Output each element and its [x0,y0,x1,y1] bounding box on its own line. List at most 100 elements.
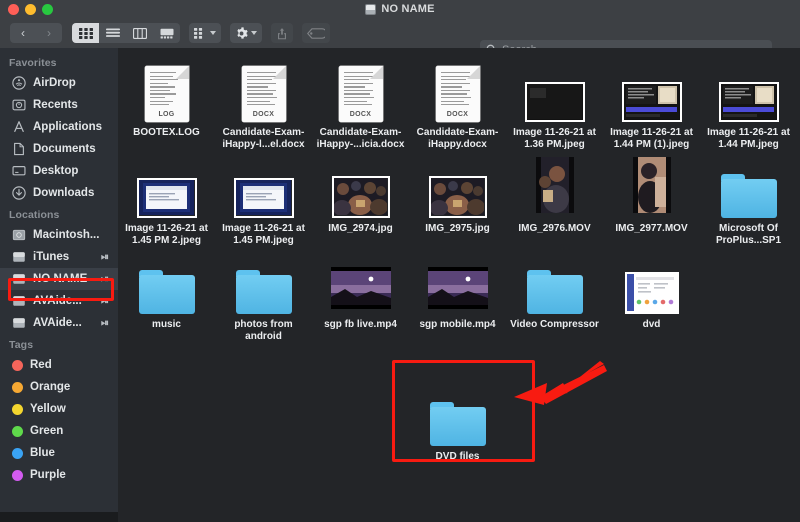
file-thumbnail [136,158,197,218]
photo-thumbnail [428,176,487,218]
sidebar-section-tags: Tags [9,339,34,351]
file-item-video-compressor-folder[interactable]: Video Compressor [506,246,603,342]
sidebar-item-downloads[interactable]: Downloads [0,182,118,204]
eject-icon[interactable]: ⏯ [101,318,109,329]
video-thumbnail [330,267,391,314]
tag-icon [307,27,325,39]
sidebar-tag-blue[interactable]: Blue [0,442,118,464]
sidebar-tag-purple[interactable]: Purple [0,464,118,486]
file-item-sgp-mobile-mp4[interactable]: sgp mobile.mp4 [409,246,506,342]
file-item-image-145pm[interactable]: Image 11-26-21 at 1.45 PM.jpeg [215,150,312,246]
grid-icon [78,27,93,39]
file-item-image-144pm[interactable]: Image 11-26-21 at 1.44 PM.jpeg [700,54,797,150]
chevron-down-icon [210,31,216,35]
document-icon: LOG [144,66,189,122]
sidebar-item-airdrop[interactable]: AirDrop [0,72,118,94]
file-extension-badge: DOCX [446,111,469,118]
file-thumbnail [624,254,679,314]
sidebar-tag-yellow[interactable]: Yellow [0,398,118,420]
gallery-view-button[interactable] [153,23,180,43]
file-thumbnail [632,157,671,218]
document-icon: DOCX [338,66,383,122]
file-thumbnail [526,254,583,314]
file-item-sgp-fb-live-mp4[interactable]: sgp fb live.mp4 [312,246,409,342]
sidebar-item-documents[interactable]: Documents [0,138,118,160]
sidebar-item-avaide-2[interactable]: AVAide... ⏯ [0,312,118,334]
image-thumbnail [524,82,585,122]
sidebar-item-label: iTunes [33,251,70,263]
file-item-candidate-exam-2[interactable]: DOCX Candidate-Exam-iHappy-...icia.docx [312,54,409,150]
column-view-button[interactable] [126,23,153,43]
image-thumbnail [136,178,197,218]
file-thumbnail [535,157,574,218]
eject-icon[interactable]: ⏯ [101,296,109,307]
window-title: NO NAME [381,3,435,15]
folder-icon [526,270,583,314]
file-item-photos-from-android-folder[interactable]: photos from android [215,246,312,342]
tags-button[interactable] [302,23,330,43]
back-button[interactable]: ‹ [10,23,36,43]
sidebar-item-label: AVAide... [33,317,82,329]
file-thumbnail: DOCX [241,62,286,122]
file-item-dvd-files-folder[interactable]: DVD files [409,378,506,463]
file-item-music-folder[interactable]: music [118,246,215,342]
sidebar-item-label: Red [30,359,52,371]
sidebar-item-itunes[interactable]: iTunes ⏯ [0,246,118,268]
list-view-button[interactable] [99,23,126,43]
group-photo-preview [429,178,485,216]
forward-button[interactable]: › [36,23,62,43]
sidebar-tag-orange[interactable]: Orange [0,376,118,398]
file-item-image-136pm[interactable]: Image 11-26-21 at 1.36 PM.jpeg [506,54,603,150]
sidebar-item-macintosh-hd[interactable]: Macintosh... [0,224,118,246]
disk-icon [13,274,25,284]
file-row: DVD files [118,342,800,463]
action-gear-button[interactable] [230,23,262,43]
file-name: Candidate-Exam-iHappy-l...el.docx [222,127,305,150]
file-row: Image 11-26-21 at 1.45 PM 2.jpeg Image 1… [118,150,800,246]
share-button[interactable] [271,23,293,43]
file-thumbnail [720,158,777,218]
portrait-video-preview [632,157,671,213]
sidebar-tag-green[interactable]: Green [0,420,118,442]
file-name: music [152,319,181,330]
sidebar-item-avaide-1[interactable]: AVAide... ⏯ [0,290,118,312]
file-item-image-145pm-2[interactable]: Image 11-26-21 at 1.45 PM 2.jpeg [118,150,215,246]
sidebar-tag-red[interactable]: Red [0,354,118,376]
sidebar-item-applications[interactable]: Applications [0,116,118,138]
eject-icon[interactable]: ⏯ [101,252,109,263]
sidebar-section-locations: Locations [9,209,60,221]
sidebar-item-label: AirDrop [33,77,76,89]
navigation-buttons: ‹ › [10,23,62,43]
file-name: Candidate-Exam-iHappy-...icia.docx [316,127,405,150]
airdrop-icon [12,76,26,90]
screenshot-preview [720,84,776,119]
file-item-bootex-log[interactable]: LOG BOOTEX.LOG [118,54,215,150]
group-by-button[interactable] [189,23,221,43]
file-item-image-144pm-1[interactable]: Image 11-26-21 at 1.44 PM (1).jpeg [603,54,700,150]
sidebar-item-recents[interactable]: Recents [0,94,118,116]
file-item-candidate-exam-3[interactable]: DOCX Candidate-Exam-iHappy.docx [409,54,506,150]
icon-view-button[interactable] [72,23,99,43]
file-thumbnail [718,62,779,122]
file-grid: LOG BOOTEX.LOG DOCX Candidate-Exam-iHapp… [118,48,800,463]
file-item-img-2976-mov[interactable]: IMG_2976.MOV [506,150,603,246]
file-item-img-2977-mov[interactable]: IMG_2977.MOV [603,150,700,246]
file-thumbnail [138,254,195,314]
sidebar-item-label: Downloads [33,187,95,199]
eject-icon[interactable]: ⏯ [101,274,109,285]
share-icon [278,27,286,39]
file-grid-area[interactable]: LOG BOOTEX.LOG DOCX Candidate-Exam-iHapp… [118,48,800,522]
sidebar-item-no-name[interactable]: NO NAME ⏯ [0,268,118,290]
sidebar-item-desktop[interactable]: Desktop [0,160,118,182]
file-name: photos from android [234,319,293,342]
tag-dot-icon [12,447,23,459]
sidebar-section-favorites: Favorites [9,57,57,69]
file-item-microsoft-office-folder[interactable]: Microsoft Of ProPlus...SP1 [700,150,797,246]
documents-icon [14,142,24,156]
file-thumbnail [429,386,486,446]
file-item-dvd[interactable]: dvd [603,246,700,342]
sidebar-item-label: Blue [30,447,55,459]
file-item-img-2975[interactable]: IMG_2975.jpg [409,150,506,246]
file-item-img-2974[interactable]: IMG_2974.jpg [312,150,409,246]
file-item-candidate-exam-1[interactable]: DOCX Candidate-Exam-iHappy-l...el.docx [215,54,312,150]
